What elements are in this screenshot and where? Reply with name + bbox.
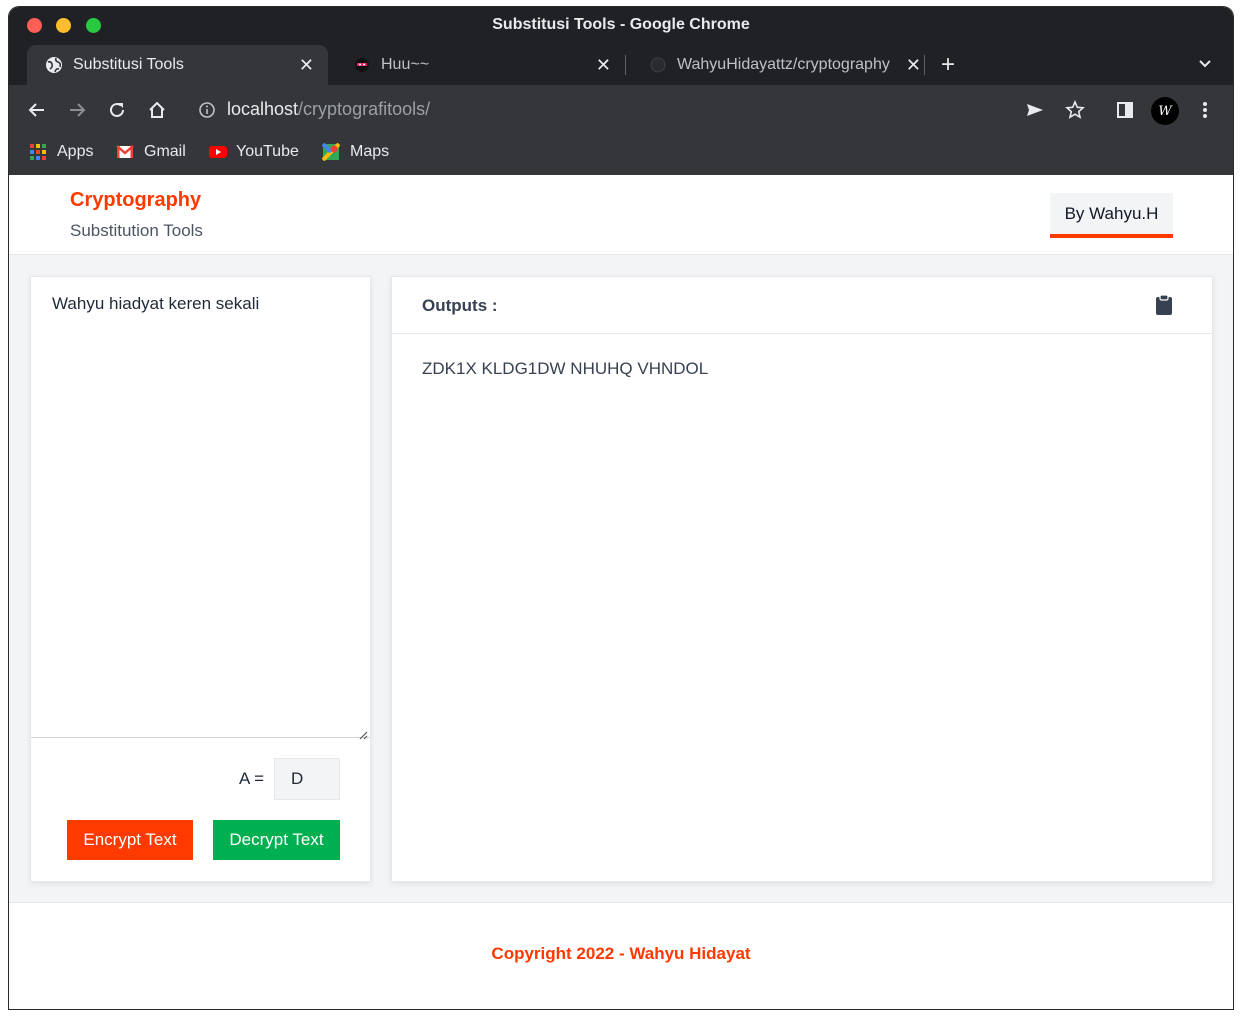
copyright-text: Copyright 2022 - Wahyu Hidayat	[491, 944, 751, 963]
bookmark-label: YouTube	[236, 143, 299, 160]
encrypt-button[interactable]: Encrypt Text	[67, 820, 193, 860]
bookmark-youtube[interactable]: YouTube	[208, 143, 299, 161]
output-card: Outputs : ZDK1X KLDG1DW NHUHQ VHNDOL	[391, 276, 1213, 882]
address-bar[interactable]: localhost/cryptografitools/	[227, 99, 430, 120]
close-tab-icon[interactable]: ✕	[906, 56, 921, 74]
bookmark-maps[interactable]: Maps	[321, 142, 390, 162]
profile-avatar[interactable]: W	[1151, 97, 1179, 125]
decrypt-button[interactable]: Decrypt Text	[213, 820, 340, 860]
browser-toolbar: localhost/cryptografitools/ W	[9, 85, 1233, 135]
brand-subtitle: Substitution Tools	[70, 221, 203, 240]
side-panel-icon[interactable]	[1113, 98, 1137, 122]
tab-label: Huu~~	[381, 56, 430, 73]
tab-strip: Substitusi Tools ✕ Huu~~ ✕ WahyuHidayatt…	[9, 45, 1233, 85]
output-text: ZDK1X KLDG1DW NHUHQ VHNDOL	[422, 359, 709, 378]
web-page: Cryptography Substitution Tools By Wahyu…	[9, 175, 1233, 1009]
plaintext-value: Wahyu hiadyat keren sekali	[52, 294, 260, 313]
tab-github-repo[interactable]: WahyuHidayattz/cryptography ✕	[631, 45, 921, 85]
bookmark-label: Apps	[57, 143, 94, 160]
resize-handle-icon[interactable]	[358, 725, 368, 740]
output-header: Outputs :	[392, 277, 1212, 334]
reload-icon[interactable]	[105, 98, 129, 122]
bookmark-gmail[interactable]: Gmail	[116, 143, 186, 161]
brand-title[interactable]: Cryptography	[70, 189, 201, 212]
forward-arrow-icon[interactable]	[65, 98, 89, 122]
tab-huu[interactable]: Huu~~ ✕	[335, 45, 625, 85]
home-icon[interactable]	[145, 98, 169, 122]
browser-window: Substitusi Tools - Google Chrome Substit…	[9, 7, 1233, 1009]
key-input[interactable]: D	[274, 758, 340, 800]
plaintext-textarea[interactable]: Wahyu hiadyat keren sekali	[31, 277, 370, 740]
github-icon	[649, 56, 667, 74]
site-info-icon[interactable]	[195, 98, 219, 122]
output-title: Outputs :	[422, 296, 498, 315]
globe-icon	[45, 56, 63, 74]
profile-initial: W	[1158, 103, 1172, 119]
url-host: localhost	[227, 99, 299, 119]
close-tab-icon[interactable]: ✕	[596, 56, 611, 74]
tab-separator	[924, 55, 925, 75]
new-tab-button[interactable]: +	[941, 51, 955, 79]
title-bar: Substitusi Tools - Google Chrome	[9, 7, 1233, 45]
page-footer: Copyright 2022 - Wahyu Hidayat	[9, 902, 1233, 1009]
tab-label: Substitusi Tools	[73, 56, 184, 73]
maps-icon	[321, 142, 341, 162]
bookmark-label: Gmail	[144, 143, 186, 160]
bookmark-label: Maps	[350, 143, 390, 160]
key-label: A =	[239, 769, 265, 788]
author-button[interactable]: By Wahyu.H	[1050, 193, 1173, 238]
input-card: Wahyu hiadyat keren sekali A = D Encrypt…	[30, 276, 371, 882]
url-path: /cryptografitools/	[298, 99, 431, 119]
youtube-icon	[208, 143, 227, 161]
more-menu-icon[interactable]	[1193, 98, 1217, 122]
window-title: Substitusi Tools - Google Chrome	[492, 16, 750, 33]
back-arrow-icon[interactable]	[25, 98, 49, 122]
apps-grid-icon	[29, 143, 47, 161]
gmail-icon	[116, 143, 134, 161]
tab-substitusi-tools[interactable]: Substitusi Tools ✕	[27, 45, 328, 85]
ninja-avatar-icon	[353, 56, 371, 74]
bookmark-apps[interactable]: Apps	[29, 143, 93, 161]
tab-search-chevron-icon[interactable]	[1197, 55, 1213, 76]
page-header: Cryptography Substitution Tools By Wahyu…	[9, 175, 1233, 255]
close-tab-icon[interactable]: ✕	[299, 56, 314, 74]
tab-label: WahyuHidayattz/cryptography	[677, 56, 890, 73]
send-icon[interactable]	[1023, 98, 1047, 122]
bookmarks-bar: Apps Gmail YouTube Maps	[9, 135, 1233, 175]
bookmark-star-icon[interactable]	[1063, 98, 1087, 122]
clipboard-icon[interactable]	[1155, 294, 1173, 316]
tab-separator	[625, 55, 626, 75]
